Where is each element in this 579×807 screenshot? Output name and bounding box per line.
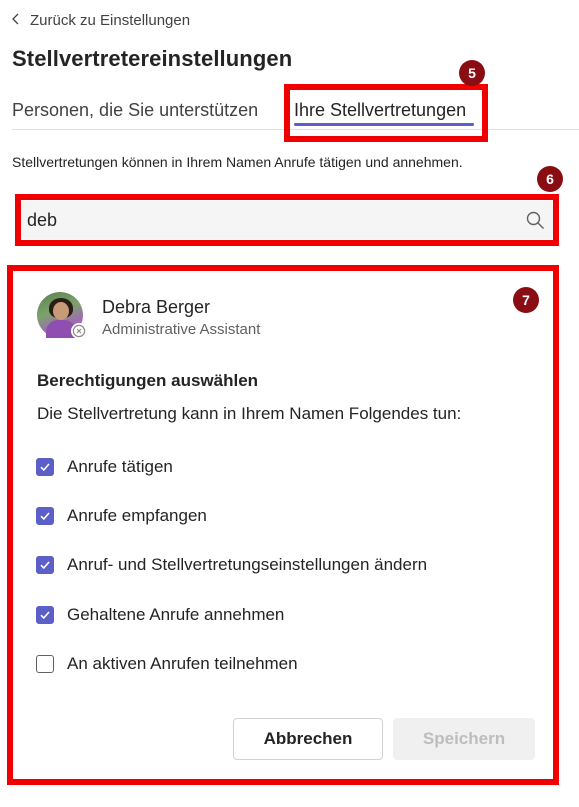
permissions-title: Berechtigungen auswählen — [37, 371, 259, 390]
person-name: Debra Berger — [102, 297, 211, 317]
selected-tab-indicator — [294, 123, 474, 126]
permission-label: Anrufe tätigen — [67, 457, 173, 476]
tab-bar: Personen, die Sie unterstützen Ihre Stel… — [0, 90, 579, 134]
permission-label: Anruf- und Stellvertretungseinstellungen… — [67, 555, 428, 574]
delegate-settings-page: Zurück zu Einstellungen Stellvertreterei… — [0, 0, 579, 807]
permissions-description: Die Stellvertretung kann in Ihrem Namen … — [37, 404, 462, 423]
annotation-badge-5: 5 — [459, 60, 485, 86]
annotation-badge-6: 6 — [537, 166, 563, 192]
tab-people-you-support[interactable]: Personen, die Sie unterstützen — [12, 100, 258, 121]
page-title: Stellvertretereinstellungen — [12, 46, 293, 71]
permission-change-settings[interactable]: Anruf- und Stellvertretungseinstellungen… — [36, 554, 427, 576]
annotation-badge-7: 7 — [513, 287, 539, 313]
permission-pick-up-held-calls[interactable]: Gehaltene Anrufe annehmen — [36, 604, 284, 626]
permission-label: An aktiven Anrufen teilnehmen — [67, 654, 298, 673]
checkbox-checked[interactable] — [36, 606, 54, 624]
tab-divider — [12, 129, 579, 130]
checkbox-checked[interactable] — [36, 507, 54, 525]
back-to-settings-link[interactable]: Zurück zu Einstellungen — [10, 8, 190, 32]
person-role: Administrative Assistant — [102, 321, 261, 338]
search-input[interactable] — [27, 201, 517, 239]
delegates-description: Stellvertretungen können in Ihrem Namen … — [12, 154, 463, 170]
permission-make-calls[interactable]: Anrufe tätigen — [36, 456, 173, 478]
save-button[interactable]: Speichern — [393, 718, 535, 760]
checkbox-checked[interactable] — [36, 458, 54, 476]
cancel-button[interactable]: Abbrechen — [233, 718, 383, 760]
checkbox-checked[interactable] — [36, 556, 54, 574]
permission-receive-calls[interactable]: Anrufe empfangen — [36, 505, 207, 527]
offline-status-icon — [71, 323, 87, 339]
back-link-label: Zurück zu Einstellungen — [30, 11, 191, 29]
permission-join-active-calls[interactable]: An aktiven Anrufen teilnehmen — [36, 653, 298, 675]
permission-label: Gehaltene Anrufe annehmen — [67, 605, 285, 624]
chevron-left-icon — [10, 12, 22, 29]
search-box — [21, 201, 553, 239]
permission-label: Anrufe empfangen — [67, 506, 207, 525]
tab-your-delegates[interactable]: Ihre Stellvertretungen — [294, 100, 466, 121]
checkbox-unchecked[interactable] — [36, 655, 54, 673]
search-icon[interactable] — [525, 210, 545, 230]
